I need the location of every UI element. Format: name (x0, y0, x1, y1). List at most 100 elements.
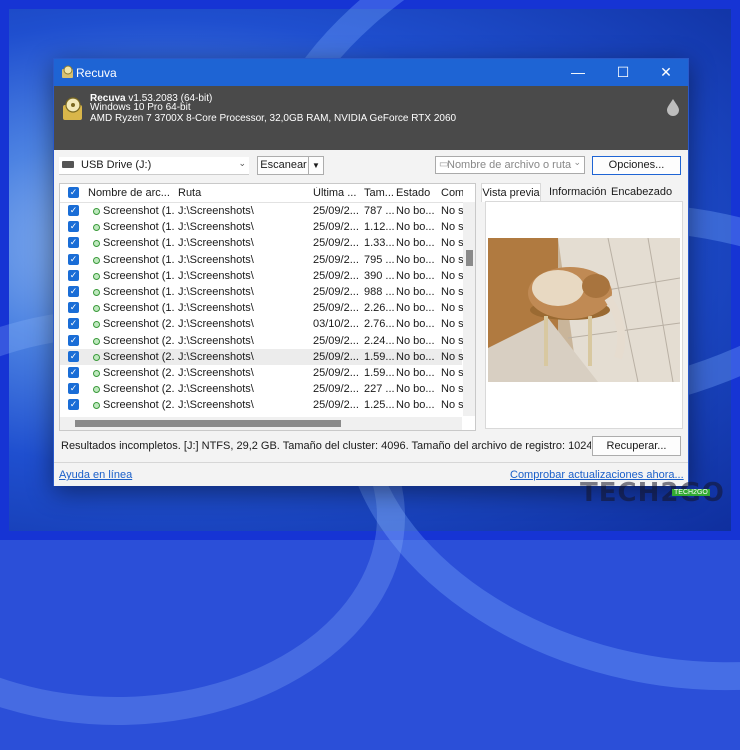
drive-select[interactable]: USB Drive (J:) ⌄ (59, 157, 249, 175)
table-row[interactable]: ✓ Screenshot (1... J:\Screenshots\ 25/09/2.… (60, 284, 463, 300)
column-comment[interactable]: Com (441, 187, 463, 199)
close-button[interactable]: ✕ (644, 59, 688, 86)
preview-pane (485, 201, 683, 429)
recoverable-status-icon (93, 272, 100, 280)
file-state: No bo... (396, 334, 435, 347)
file-path: J:\Screenshots\ (178, 221, 254, 234)
file-size: 227 ... (364, 383, 394, 396)
system-info-header: Recuva v1.53.2083 (64-bit) Windows 10 Pr… (54, 86, 688, 150)
recoverable-status-icon (93, 240, 100, 248)
file-state: No bo... (396, 221, 435, 234)
table-row[interactable]: ✓ Screenshot (1... J:\Screenshots\ 25/09/2.… (60, 268, 463, 284)
row-checkbox[interactable]: ✓ (68, 334, 79, 346)
recover-button[interactable]: Recuperar... (592, 436, 681, 456)
row-checkbox[interactable]: ✓ (68, 318, 79, 330)
file-path: J:\Screenshots\ (178, 383, 254, 396)
minimize-button[interactable]: — (556, 59, 600, 86)
table-row[interactable]: ✓ Screenshot (2... J:\Screenshots\ 25/09/2.… (60, 381, 463, 397)
file-date: 25/09/2... (313, 237, 359, 250)
file-size: 2.26... (364, 302, 394, 315)
maximize-button[interactable]: ☐ (601, 59, 645, 86)
help-link[interactable]: Ayuda en línea (59, 469, 132, 481)
row-checkbox[interactable]: ✓ (68, 237, 79, 249)
vertical-scroll-thumb[interactable] (466, 250, 473, 266)
preview-panel: Vista previa Información Encabezado (481, 183, 683, 429)
file-name: Screenshot (2... (103, 318, 175, 331)
table-row[interactable]: ✓ Screenshot (1... J:\Screenshots\ 25/09/2.… (60, 219, 463, 235)
chevron-down-icon: ⌄ (573, 157, 581, 167)
table-row[interactable]: ✓ Screenshot (1... J:\Screenshots\ 25/09/2.… (60, 252, 463, 268)
file-comment: No s (441, 383, 463, 396)
file-state: No bo... (396, 302, 435, 315)
file-size: 2.76... (364, 318, 394, 331)
horizontal-scrollbar[interactable] (60, 417, 462, 430)
search-placeholder: Nombre de archivo o ruta (447, 159, 572, 171)
file-state: No bo... (396, 350, 435, 363)
vertical-scrollbar[interactable] (463, 202, 475, 416)
file-size: 1.33... (364, 237, 394, 250)
file-path: J:\Screenshots\ (178, 269, 254, 282)
table-row[interactable]: ✓ Screenshot (1... J:\Screenshots\ 25/09/2.… (60, 300, 463, 316)
row-checkbox[interactable]: ✓ (68, 253, 79, 265)
file-state: No bo... (396, 253, 435, 266)
recuva-app-icon (62, 65, 73, 78)
table-row[interactable]: ✓ Screenshot (2... J:\Screenshots\ 25/09/2.… (60, 333, 463, 349)
file-date: 25/09/2... (313, 269, 359, 282)
recoverable-status-icon (93, 337, 100, 345)
file-size: 1.25... (364, 399, 394, 412)
recoverable-status-icon (93, 289, 100, 296)
file-date: 25/09/2... (313, 221, 359, 234)
table-row[interactable]: ✓ Screenshot (1... J:\Screenshots\ 25/09/2.… (60, 235, 463, 251)
file-size: 787 ... (364, 205, 394, 217)
row-checkbox[interactable]: ✓ (68, 286, 79, 297)
column-path[interactable]: Ruta (178, 187, 258, 199)
tab-info[interactable]: Información (549, 183, 606, 201)
file-state: No bo... (396, 269, 435, 282)
file-comment: No s (441, 302, 463, 315)
row-checkbox[interactable]: ✓ (68, 367, 79, 378)
file-size: 795 ... (364, 253, 394, 266)
file-name: Screenshot (1... (103, 253, 175, 266)
file-comment: No s (441, 221, 463, 234)
table-row[interactable]: ✓ Screenshot (2... J:\Screenshots\ 03/10/2.… (60, 316, 463, 332)
scan-dropdown-button[interactable]: ▼ (308, 156, 324, 175)
file-comment: No s (441, 253, 463, 266)
row-checkbox[interactable]: ✓ (68, 205, 79, 216)
tab-preview[interactable]: Vista previa (481, 183, 541, 202)
status-text: Resultados incompletos. [J:] NTFS, 29,2 … (61, 440, 591, 452)
table-row[interactable]: ✓ Screenshot (2... J:\Screenshots\ 25/09/2.… (60, 365, 463, 381)
preview-tabs: Vista previa Información Encabezado (481, 183, 681, 202)
options-button[interactable]: Opciones... (592, 156, 681, 175)
column-name[interactable]: Nombre de arc... (88, 187, 172, 199)
column-size[interactable]: Tam... (364, 187, 394, 199)
title-bar[interactable]: Recuva — ☐ ✕ (54, 59, 688, 86)
file-path: J:\Screenshots\ (178, 367, 254, 379)
row-checkbox[interactable]: ✓ (68, 302, 79, 314)
row-checkbox[interactable]: ✓ (68, 221, 79, 233)
os-info: Windows 10 Pro 64-bit (90, 102, 191, 113)
table-row[interactable]: ✓ Screenshot (1... J:\Screenshots\ 25/09/2.… (60, 203, 463, 219)
table-row[interactable]: ✓ Screenshot (2... J:\Screenshots\ 25/09/2.… (60, 397, 463, 413)
table-row[interactable]: ✓ Screenshot (2... J:\Screenshots\ 25/09/2.… (60, 348, 463, 365)
column-date[interactable]: Última ... (313, 187, 359, 199)
tab-header[interactable]: Encabezado (611, 183, 672, 201)
file-size: 1.59... (364, 367, 394, 379)
file-path: J:\Screenshots\ (178, 318, 254, 331)
row-checkbox[interactable]: ✓ (68, 350, 79, 362)
row-checkbox[interactable]: ✓ (68, 383, 79, 395)
recuva-window: Recuva — ☐ ✕ Recuva v1.53.2083 (64-bit) … (53, 58, 689, 486)
file-date: 25/09/2... (313, 334, 359, 347)
hardware-info: AMD Ryzen 7 3700X 8-Core Processor, 32,0… (90, 113, 457, 124)
file-path: J:\Screenshots\ (178, 334, 254, 347)
file-name: Screenshot (1... (103, 302, 175, 315)
file-name: Screenshot (1... (103, 221, 175, 234)
column-state[interactable]: Estado (396, 187, 436, 199)
row-checkbox[interactable]: ✓ (68, 269, 79, 281)
file-name: Screenshot (1... (103, 205, 175, 217)
filename-search-combo[interactable]: ▭ Nombre de archivo o ruta ⌄ (435, 156, 585, 174)
select-all-checkbox[interactable]: ✓ (68, 187, 79, 198)
recoverable-status-icon (93, 305, 100, 313)
horizontal-scroll-thumb[interactable] (75, 420, 341, 427)
row-checkbox[interactable]: ✓ (68, 399, 79, 411)
scan-button[interactable]: Escanear (257, 156, 309, 175)
